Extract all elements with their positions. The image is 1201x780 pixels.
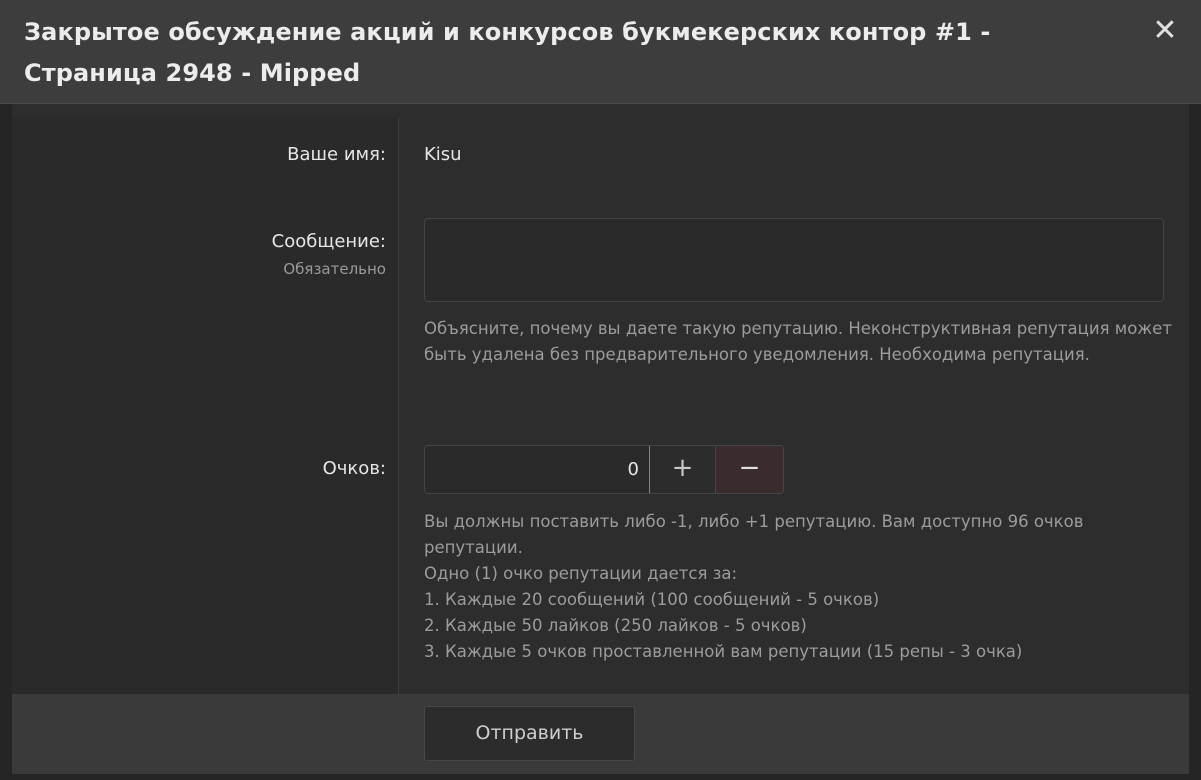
increment-button[interactable]: + bbox=[650, 446, 716, 493]
message-required-hint: Обязательно bbox=[283, 260, 386, 278]
dialog-header: Закрытое обсуждение акций и конкурсов бу… bbox=[0, 0, 1201, 104]
message-explain: Объясните, почему вы даете такую репутац… bbox=[424, 319, 1172, 364]
points-explain-rule-2: 2. Каждые 50 лайков (250 лайков - 5 очко… bbox=[424, 616, 807, 635]
reputation-dialog: Закрытое обсуждение акций и конкурсов бу… bbox=[0, 0, 1201, 780]
points-explain-rule-1: 1. Каждые 20 сообщений (100 сообщений - … bbox=[424, 590, 880, 609]
points-stepper: 0 + − bbox=[424, 445, 784, 494]
points-input[interactable]: 0 bbox=[425, 446, 650, 493]
message-label: Сообщение: bbox=[271, 231, 386, 252]
dialog-edge-right bbox=[1189, 104, 1201, 780]
decrement-button[interactable]: − bbox=[716, 446, 783, 493]
dialog-edge-left bbox=[0, 104, 12, 780]
points-explain-heading: Одно (1) очко репутации дается за: bbox=[424, 564, 738, 583]
points-label: Очков: bbox=[322, 458, 386, 479]
dialog-title: Закрытое обсуждение акций и конкурсов бу… bbox=[24, 18, 991, 87]
submit-button[interactable]: Отправить bbox=[424, 706, 635, 761]
close-icon[interactable]: ✕ bbox=[1151, 14, 1179, 48]
name-label: Ваше имя: bbox=[287, 144, 386, 165]
points-explain-rule-3: 3. Каждые 5 очков проставленной вам репу… bbox=[424, 642, 1023, 661]
dialog-bottom-edge bbox=[0, 774, 1201, 780]
message-input[interactable] bbox=[424, 218, 1164, 302]
name-value: Kisu bbox=[424, 144, 462, 165]
form-body: Ваше имя: Сообщение: Обязательно Очков: … bbox=[12, 117, 1189, 694]
points-explain-requirement: Вы должны поставить либо -1, либо +1 реп… bbox=[424, 512, 1084, 557]
dialog-footer: Отправить bbox=[12, 694, 1189, 774]
label-column: Ваше имя: Сообщение: Обязательно Очков: bbox=[12, 117, 399, 694]
